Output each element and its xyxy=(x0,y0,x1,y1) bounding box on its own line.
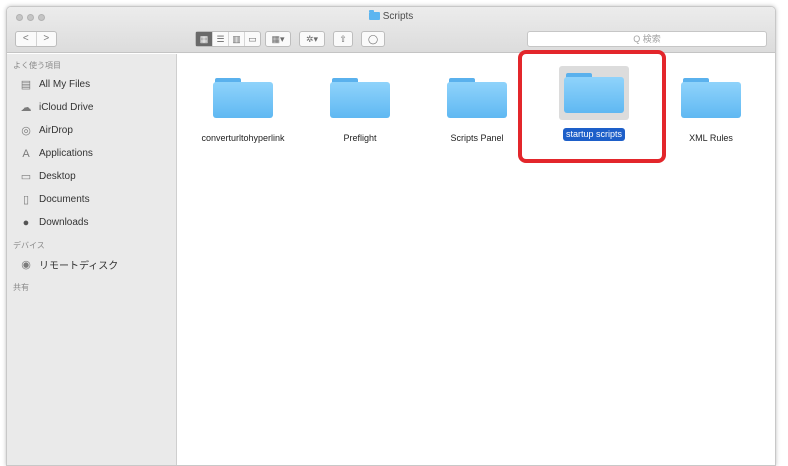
view-mode-selector: ▦ ☰ ▥ ▭ xyxy=(195,31,261,47)
folder-icon xyxy=(330,78,390,118)
share-button[interactable]: ⇧ xyxy=(333,31,353,47)
window-title-text: Scripts xyxy=(382,11,414,22)
folder-icon xyxy=(368,10,380,20)
sidebar-header-devices: デバイス xyxy=(13,241,45,250)
desktop-icon: ▭ xyxy=(20,171,32,183)
cloud-icon: ☁ xyxy=(20,102,32,114)
sidebar-item-label: All My Files xyxy=(39,79,91,90)
sidebar-item-applications[interactable]: A Applications xyxy=(7,142,176,165)
folder-label: Scripts Panel xyxy=(450,133,504,143)
icon-view-button[interactable]: ▦ xyxy=(196,32,212,46)
list-view-button[interactable]: ☰ xyxy=(212,32,228,46)
titlebar: Scripts < > ▦ ☰ ▥ ▭ ▦▾ ✲▾ ⇧ ◯ Q 検索 xyxy=(7,7,775,53)
folder-icon xyxy=(213,78,273,118)
folder-label: Preflight xyxy=(343,133,377,143)
file-browser-content: converturltohyperlink Preflight Scripts … xyxy=(178,54,775,465)
folder-icon xyxy=(681,78,741,118)
back-button[interactable]: < xyxy=(16,32,36,46)
forward-button[interactable]: > xyxy=(35,32,57,46)
sidebar-item-label: Applications xyxy=(39,148,93,159)
sidebar-item-label: リモートディスク xyxy=(39,261,119,272)
sidebar-header-shared: 共有 xyxy=(13,283,29,292)
all-my-files-icon: ▤ xyxy=(20,79,32,91)
sidebar-item-documents[interactable]: ▯ Documents xyxy=(7,188,176,211)
sidebar-item-label: Desktop xyxy=(39,171,76,182)
sidebar-item-label: Downloads xyxy=(39,217,89,228)
sidebar-header-favorites: よく使う項目 xyxy=(13,61,61,70)
cover-flow-view-button[interactable]: ▭ xyxy=(244,32,260,46)
sidebar-item-desktop[interactable]: ▭ Desktop xyxy=(7,165,176,188)
applications-icon: A xyxy=(22,147,30,160)
folder-item-xml-rules[interactable]: XML Rules xyxy=(652,72,770,146)
sidebar-item-downloads[interactable]: ● Downloads xyxy=(7,211,176,234)
airdrop-icon: ◎ xyxy=(21,125,31,137)
window-title: Scripts xyxy=(7,10,775,22)
sidebar: よく使う項目 ▤ All My Files ☁ iCloud Drive ◎ A… xyxy=(7,54,177,465)
downloads-icon: ● xyxy=(22,216,30,229)
folder-label: converturltohyperlink xyxy=(201,133,285,143)
column-view-button[interactable]: ▥ xyxy=(228,32,244,46)
arrange-button[interactable]: ▦▾ xyxy=(265,31,291,47)
remote-disc-icon: ◉ xyxy=(21,259,31,271)
folder-item-preflight[interactable]: Preflight xyxy=(301,72,419,146)
folder-item-converturltohyperlink[interactable]: converturltohyperlink xyxy=(184,72,302,146)
annotation-highlight-box xyxy=(518,50,666,163)
sidebar-item-label: AirDrop xyxy=(39,125,73,136)
folder-label: XML Rules xyxy=(689,133,733,143)
documents-icon: ▯ xyxy=(22,194,30,206)
sidebar-item-label: iCloud Drive xyxy=(39,102,94,113)
sidebar-item-label: Documents xyxy=(39,194,90,205)
sidebar-item-airdrop[interactable]: ◎ AirDrop xyxy=(7,119,176,142)
search-field[interactable]: Q 検索 xyxy=(527,31,767,47)
sidebar-item-remote-disc[interactable]: ◉ リモートディスク xyxy=(7,253,176,276)
action-button[interactable]: ✲▾ xyxy=(299,31,325,47)
tags-button[interactable]: ◯ xyxy=(361,31,385,47)
sidebar-item-icloud-drive[interactable]: ☁ iCloud Drive xyxy=(7,96,176,119)
sidebar-item-all-my-files[interactable]: ▤ All My Files xyxy=(7,73,176,96)
nav-buttons: < > xyxy=(15,31,57,47)
folder-icon xyxy=(447,78,507,118)
